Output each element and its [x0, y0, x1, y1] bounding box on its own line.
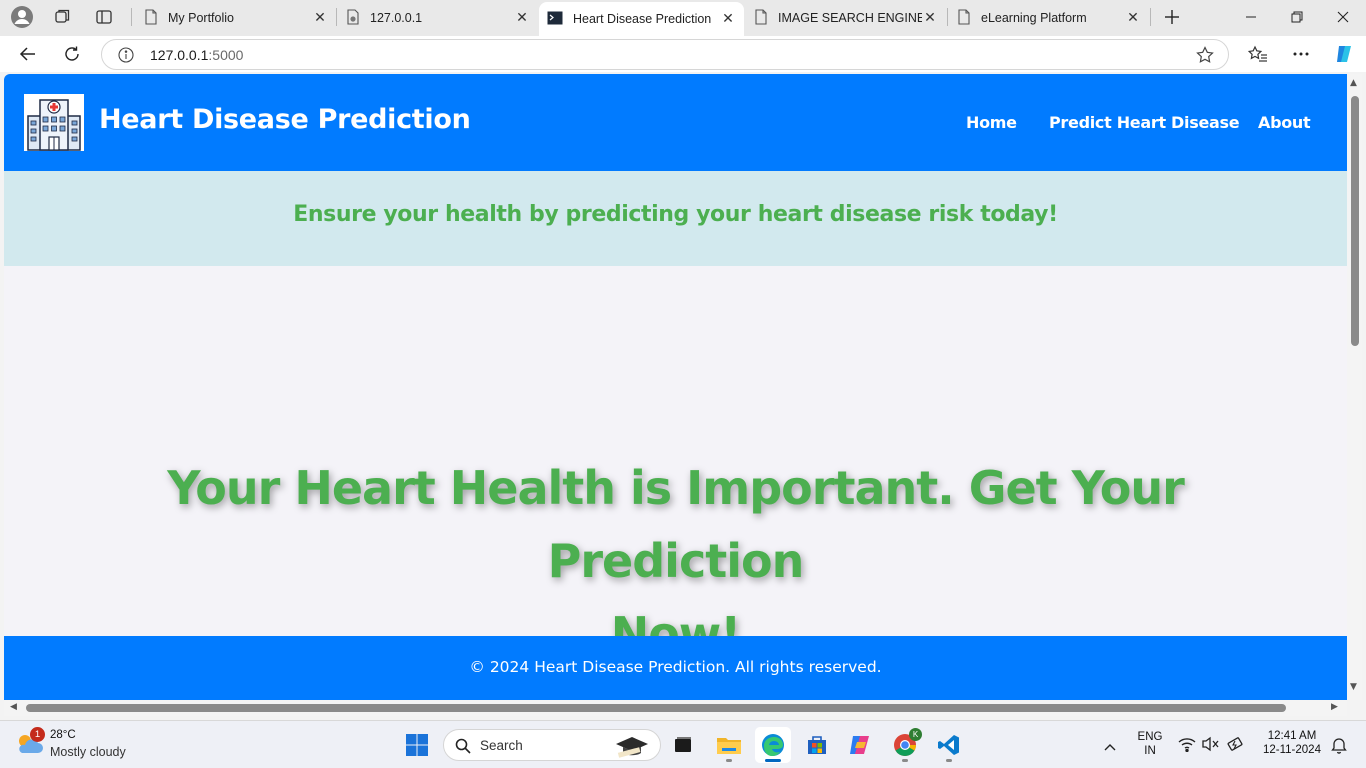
tab-title: Heart Disease Prediction — [573, 12, 712, 26]
running-indicator — [946, 759, 952, 762]
nav-predict-link[interactable]: Predict Heart Disease — [1049, 113, 1240, 132]
graduation-cap-icon — [612, 732, 652, 764]
horizontal-scroll-thumb[interactable] — [26, 704, 1286, 712]
battery-icon[interactable] — [1227, 736, 1245, 756]
page-icon — [957, 8, 971, 28]
tab-heart-disease-prediction[interactable]: Heart Disease Prediction ✕ — [539, 2, 744, 36]
back-arrow-icon[interactable] — [13, 40, 43, 68]
refresh-icon[interactable] — [57, 40, 87, 68]
tab-title: IMAGE SEARCH ENGINE — [778, 11, 922, 25]
vscode-icon[interactable] — [931, 727, 967, 763]
terminal-icon — [547, 11, 563, 28]
tab-image-search-engine[interactable]: IMAGE SEARCH ENGINE ✕ — [746, 4, 946, 32]
url-text: 127.0.0.1:5000 — [150, 47, 243, 63]
windows-start-icon[interactable] — [399, 727, 435, 763]
close-window-icon[interactable] — [1320, 0, 1366, 34]
tab-separator — [131, 8, 132, 26]
search-icon — [455, 738, 471, 758]
copilot-app-icon[interactable] — [843, 727, 879, 763]
language-line1: ENG — [1137, 731, 1163, 743]
tab-strip: My Portfolio ✕ 127.0.0.1 ✕ Heart Disease… — [0, 0, 1366, 36]
horizontal-scrollbar[interactable]: ◀ ▶ — [4, 700, 1347, 716]
close-icon[interactable]: ✕ — [514, 10, 530, 26]
vertical-scrollbar[interactable]: ▲ ▼ — [1347, 74, 1362, 700]
weather-desc: Mostly cloudy — [50, 745, 126, 759]
footer-copyright: © 2024 Heart Disease Prediction. All rig… — [469, 658, 882, 676]
file-explorer-icon[interactable] — [711, 727, 747, 763]
running-indicator — [726, 759, 732, 762]
nav-about-link[interactable]: About — [1258, 113, 1311, 132]
weather-widget[interactable]: 1 — [14, 727, 48, 761]
profile-badge: K — [909, 728, 922, 741]
more-options-icon[interactable] — [1286, 40, 1316, 68]
running-indicator — [902, 759, 908, 762]
tab-separator — [1150, 8, 1151, 26]
page-viewport: Heart Disease Prediction Home Predict He… — [4, 74, 1347, 700]
microsoft-store-icon[interactable] — [799, 727, 835, 763]
scroll-down-arrow-icon[interactable]: ▼ — [1350, 682, 1357, 692]
new-tab-icon[interactable] — [1156, 4, 1188, 30]
taskbar: 1 28°C Mostly cloudy Search K ENG IN 12:… — [0, 720, 1366, 768]
close-icon[interactable]: ✕ — [922, 10, 938, 26]
tab-title: eLearning Platform — [981, 11, 1087, 25]
tagline-banner: Ensure your health by predicting your he… — [4, 171, 1347, 266]
copilot-icon[interactable] — [1329, 40, 1359, 68]
tab-my-portfolio[interactable]: My Portfolio ✕ — [136, 4, 336, 32]
profile-icon[interactable] — [6, 4, 38, 30]
nav-home-link[interactable]: Home — [966, 113, 1017, 132]
notification-badge: 1 — [30, 727, 45, 742]
scroll-left-arrow-icon[interactable]: ◀ — [10, 702, 17, 712]
edge-browser-icon[interactable] — [755, 727, 791, 763]
tab-elearning-platform[interactable]: eLearning Platform ✕ — [949, 4, 1149, 32]
url-host: 127.0.0.1 — [150, 47, 209, 63]
scroll-right-arrow-icon[interactable]: ▶ — [1331, 702, 1338, 712]
site-title: Heart Disease Prediction — [99, 104, 471, 135]
page-icon — [754, 8, 768, 28]
search-label: Search — [480, 738, 523, 753]
hero-line-1: Your Heart Health is Important. Get Your… — [167, 461, 1185, 588]
tab-separator — [947, 8, 948, 26]
chevron-up-icon[interactable] — [1103, 737, 1117, 756]
minimize-icon[interactable] — [1228, 0, 1274, 34]
chrome-icon[interactable]: K — [887, 727, 923, 763]
tab-title: 127.0.0.1 — [370, 11, 423, 25]
favorite-star-icon[interactable] — [1196, 46, 1214, 68]
task-view-icon[interactable] — [665, 727, 701, 763]
page-icon — [144, 8, 158, 28]
close-icon[interactable]: ✕ — [1125, 10, 1141, 26]
workspaces-icon[interactable] — [46, 4, 78, 30]
wifi-icon[interactable] — [1178, 736, 1196, 756]
weather-temp: 28°C — [50, 729, 76, 741]
url-port: :5000 — [208, 47, 244, 63]
favorites-icon[interactable] — [1243, 40, 1273, 68]
tab-title: My Portfolio — [168, 11, 234, 25]
site-footer: © 2024 Heart Disease Prediction. All rig… — [4, 636, 1347, 700]
address-bar[interactable]: 127.0.0.1:5000 — [101, 39, 1229, 70]
clock-date: 12-11-2024 — [1263, 744, 1321, 756]
tagline-text: Ensure your health by predicting your he… — [293, 202, 1058, 227]
clock[interactable]: 12:41 AM 12-11-2024 — [1252, 730, 1332, 756]
vertical-tabs-icon[interactable] — [88, 4, 120, 30]
tab-localhost[interactable]: 127.0.0.1 ✕ — [338, 4, 538, 32]
language-line2: IN — [1144, 745, 1156, 757]
active-indicator — [765, 759, 781, 762]
tab-separator — [336, 8, 337, 26]
volume-muted-icon[interactable] — [1202, 736, 1220, 756]
close-icon[interactable]: ✕ — [312, 10, 328, 26]
taskbar-search[interactable]: Search — [443, 729, 661, 761]
close-icon[interactable]: ✕ — [720, 11, 736, 27]
browser-toolbar: 127.0.0.1:5000 — [0, 36, 1366, 72]
notification-bell-icon[interactable] — [1331, 736, 1347, 758]
page-error-icon — [346, 8, 360, 28]
vertical-scroll-thumb[interactable] — [1351, 96, 1359, 346]
site-header: Heart Disease Prediction Home Predict He… — [4, 74, 1347, 171]
hospital-logo-icon — [24, 94, 84, 151]
language-indicator[interactable]: ENG IN — [1134, 731, 1166, 757]
clock-time: 12:41 AM — [1267, 730, 1317, 742]
restore-icon[interactable] — [1274, 0, 1320, 34]
scroll-up-arrow-icon[interactable]: ▲ — [1350, 78, 1357, 88]
info-icon[interactable] — [118, 47, 134, 67]
